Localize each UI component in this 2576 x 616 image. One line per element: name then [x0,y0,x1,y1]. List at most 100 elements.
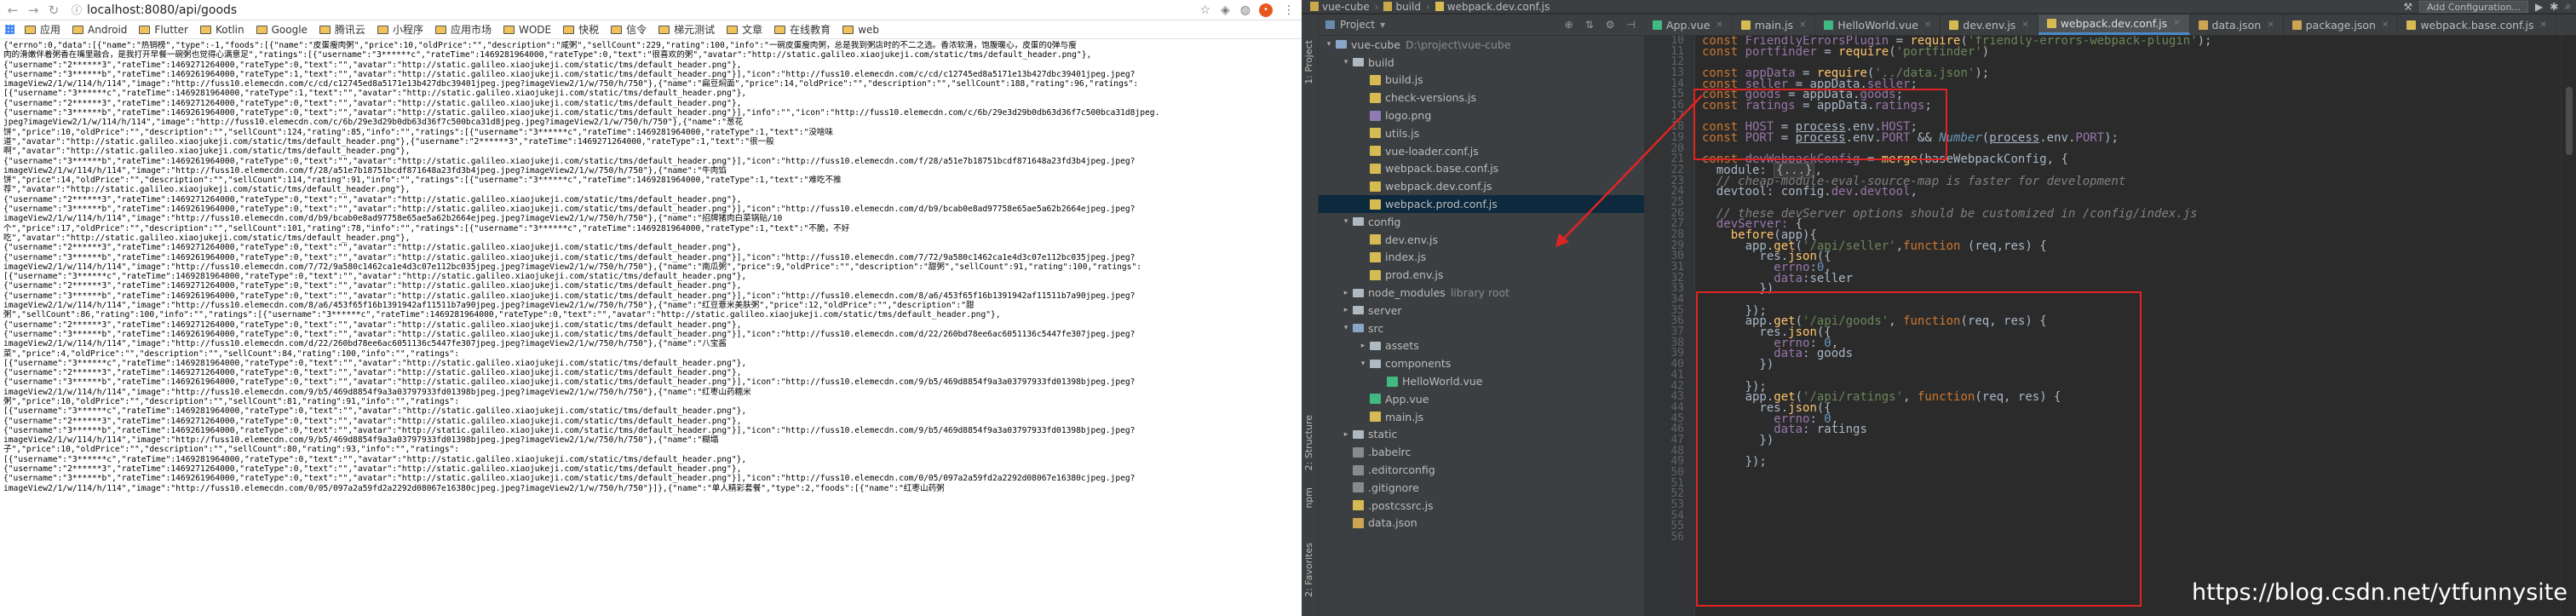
menu-dots-icon[interactable]: ⋮ [1283,3,1295,17]
tree-item[interactable]: prod.env.js [1319,266,1644,284]
editor-tab[interactable]: App.vue ✕ [1644,14,1733,35]
locate-icon[interactable]: ⊕ [1565,19,1573,31]
editor-tab[interactable]: main.js ✕ [1733,14,1816,35]
close-icon[interactable]: ✕ [2267,20,2274,30]
json-line: [{"username":"3******c","rateTime":14692… [3,406,747,417]
bookmark-item[interactable]: WODE [503,24,551,36]
close-icon[interactable]: ✕ [2173,19,2180,28]
forward-arrow-icon[interactable]: → [27,3,39,18]
editor-tab[interactable]: data.json ✕ [2190,14,2284,35]
run-icon[interactable]: ▶ [2535,1,2543,13]
close-icon[interactable]: ✕ [1924,20,1931,30]
bookmark-item[interactable]: 快税 [563,22,599,37]
tool-tab-favorites[interactable]: 2: Favorites [1303,543,1314,597]
extension-icon[interactable]: ◈ [1221,3,1230,17]
close-icon[interactable]: ✕ [1716,20,1722,30]
bookmark-item[interactable]: 应用 [25,22,60,37]
reload-icon[interactable]: ↻ [48,3,60,18]
tree-item[interactable]: ▾ components [1319,354,1644,372]
tree-item[interactable]: HelloWorld.vue [1319,372,1644,390]
editor-tab[interactable]: webpack.base.conf.js ✕ [2398,14,2556,35]
bookmark-item[interactable]: 在线教育 [774,22,831,37]
tree-item[interactable]: ▾ src [1319,320,1644,337]
bookmark-item[interactable]: 小程序 [377,22,423,37]
js-file-icon [1435,2,1444,11]
folder-icon [1353,324,1364,333]
tree-item[interactable]: data.json [1319,515,1644,533]
scrollbar-thumb[interactable] [2566,87,2573,155]
tree-item[interactable]: ▾ vue-cube D:\project\vue-cube [1319,36,1644,54]
tree-item[interactable]: ▸ assets [1319,337,1644,355]
project-panel-header: Project ▾ ⊕ ⇅ ⚙ ⊣ [1319,14,1644,36]
search-everywhere-icon[interactable]: ⌕ [2565,0,2571,13]
close-icon[interactable]: ✕ [1799,20,1806,30]
gear-icon[interactable]: ⚙ [1606,19,1615,31]
tree-item[interactable]: main.js [1319,408,1644,426]
json-line: {"username":"3******b","rateTime":146926… [3,108,1160,118]
chevron-down-icon[interactable]: ▾ [1380,19,1385,31]
editor-scrollbar[interactable] [2561,36,2576,616]
tree-item[interactable]: .babelrc [1319,443,1644,461]
editor-tab[interactable]: webpack.dev.conf.js ✕ [2038,14,2190,35]
hide-icon[interactable]: ⊣ [1627,19,1636,31]
back-arrow-icon[interactable]: ← [7,3,19,18]
chevron-right-icon[interactable]: ▸ [1341,430,1351,439]
chevron-right-icon[interactable]: ▸ [1341,306,1351,314]
json-line: imageView2/1/w/114/h/114","image":"http:… [3,165,727,176]
breadcrumb-file[interactable]: webpack.dev.conf.js [1447,1,1550,13]
tree-item[interactable]: ▾ build [1319,54,1644,72]
bookmark-item[interactable]: 应用市场 [434,22,492,37]
bookmark-item[interactable]: Android [72,24,127,36]
bookmark-item[interactable]: Google [256,24,308,36]
folder-icon [1353,429,1364,439]
tree-item[interactable]: .postcssrc.js [1319,497,1644,515]
tree-item[interactable]: ▸ node_modules library root [1319,284,1644,302]
close-icon[interactable]: ✕ [2382,20,2389,30]
close-icon[interactable]: ✕ [2021,20,2028,30]
tree-item[interactable]: .gitignore [1319,479,1644,497]
star-icon[interactable]: ☆ [1199,3,1210,17]
chevron-right-icon[interactable]: ▸ [1341,289,1351,297]
bookmark-item[interactable]: web [842,24,879,36]
editor-tab[interactable]: HelloWorld.vue ✕ [1815,14,1941,35]
editor-tab[interactable]: package.json ✕ [2284,14,2399,35]
url-field[interactable]: localhost:8080/api/goods [87,3,1189,17]
chevron-right-icon[interactable]: ▸ [1358,342,1368,350]
tree-item[interactable]: .editorconfig [1319,461,1644,479]
collapse-icon[interactable]: ⇅ [1585,19,1594,31]
bookmark-item[interactable]: 文章 [727,22,762,37]
chevron-down-icon[interactable]: ▾ [1324,40,1334,49]
bookmark-item[interactable]: Flutter [139,24,188,36]
json-line: {"username":"2******3","rateTime":146927… [3,368,742,378]
breadcrumb-project[interactable]: vue-cube [1322,1,1370,13]
editor-tab[interactable]: dev.env.js ✕ [1941,14,2038,35]
chevron-down-icon[interactable]: ▾ [1341,58,1351,66]
hammer-icon[interactable]: ⚒ [2403,1,2412,13]
add-configuration-button[interactable]: Add Configuration... [2419,0,2528,13]
info-icon[interactable]: ⓘ [72,3,82,17]
breadcrumb-folder[interactable]: build [1395,1,1421,13]
js-file-icon [1370,128,1381,139]
bookmark-item[interactable]: 梯元测试 [658,22,715,37]
bookmark-label: 腾讯云 [334,24,365,36]
tree-item[interactable]: ▸ static [1319,426,1644,444]
tool-tab-structure[interactable]: 2: Structure [1303,415,1314,470]
tree-item-label: vue-loader.conf.js [1385,144,1479,158]
tree-item[interactable]: ▸ server [1319,302,1644,320]
chevron-down-icon[interactable]: ▾ [1341,324,1351,332]
extension-icon[interactable]: ◍ [1240,3,1251,17]
tool-tab-project[interactable]: 1: Project [1303,40,1314,84]
tree-item-path: D:\project\vue-cube [1405,37,1511,51]
bookmark-item[interactable]: 腾讯云 [319,22,365,37]
project-view-selector[interactable]: Project [1340,19,1375,31]
profile-avatar[interactable]: • [1259,3,1273,17]
debug-icon[interactable]: ✱ [2550,1,2558,13]
tree-item[interactable]: App.vue [1319,390,1644,408]
tool-tab-npm[interactable]: npm [1303,487,1314,509]
bookmark-item[interactable]: Kotlin [200,24,244,36]
chevron-down-icon[interactable]: ▾ [1341,217,1351,226]
chevron-down-icon[interactable]: ▾ [1358,360,1368,368]
bookmark-item[interactable]: 信令 [611,22,647,37]
close-icon[interactable]: ✕ [2540,20,2547,30]
apps-grid-icon[interactable] [5,25,14,34]
